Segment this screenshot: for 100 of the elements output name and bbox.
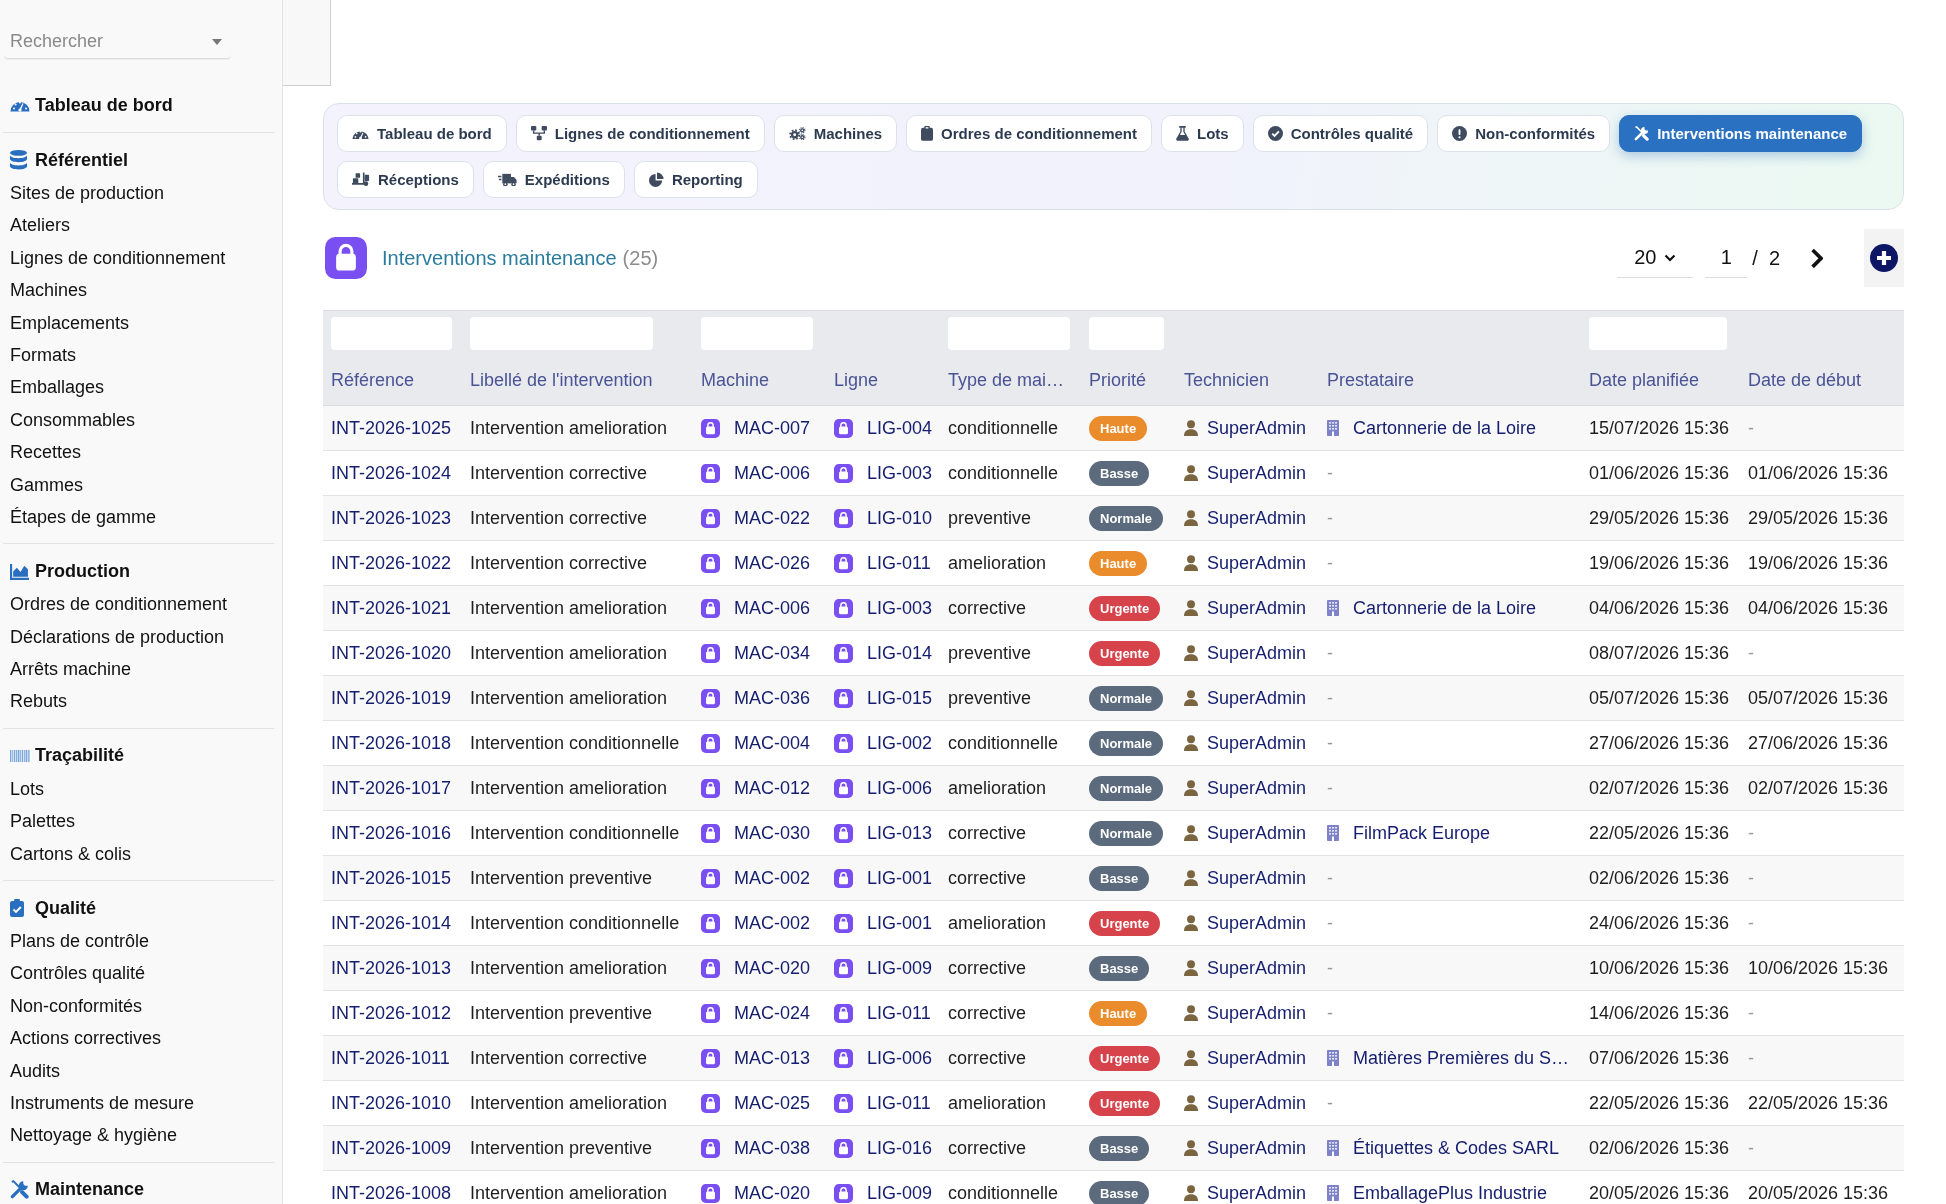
sidebar-item[interactable]: Formats [10,338,76,372]
column-header[interactable]: Technicien [1184,368,1270,392]
line-link[interactable]: LIG-004 [867,417,933,439]
line-link[interactable]: LIG-014 [867,642,933,664]
sidebar-section-link[interactable]: Qualité [3,891,96,926]
sidebar-item[interactable]: Ateliers [10,209,71,242]
technician-link[interactable]: SuperAdmin [1207,957,1307,979]
technician-link[interactable]: SuperAdmin [1207,552,1307,574]
nav-tab[interactable]: Réceptions [337,161,474,198]
supplier-link[interactable]: EmballagePlus Industrie [1353,1182,1548,1204]
line-link[interactable]: LIG-011 [867,552,931,574]
reference-link[interactable]: INT-2026-1019 [331,687,452,708]
column-header[interactable]: Machine [701,368,770,392]
nav-tab[interactable]: Reporting [633,161,758,198]
machine-link[interactable]: MAC-002 [734,867,811,889]
machine-link[interactable]: MAC-013 [734,1047,811,1069]
sidebar-section-link[interactable]: Maintenance [3,1172,145,1204]
sidebar-section-link[interactable]: Traçabilité [3,738,125,773]
reference-link[interactable]: INT-2026-1016 [331,822,452,843]
sidebar-item[interactable]: Sites de production [10,177,165,210]
machine-link[interactable]: MAC-012 [734,777,811,799]
reference-link[interactable]: INT-2026-1011 [331,1047,450,1068]
column-header[interactable]: Priorité [1089,368,1146,392]
technician-link[interactable]: SuperAdmin [1207,507,1307,529]
technician-link[interactable]: SuperAdmin [1207,777,1307,799]
sidebar-item[interactable]: Plans de contrôle [10,925,150,958]
sidebar-item[interactable]: Consommables [10,403,136,437]
nav-tab[interactable]: Tableau de bord [337,115,507,152]
sidebar-item[interactable]: Contrôles qualité [10,957,146,990]
reference-link[interactable]: INT-2026-1018 [331,732,452,753]
line-link[interactable]: LIG-001 [867,912,933,934]
technician-link[interactable]: SuperAdmin [1207,1092,1307,1114]
column-header[interactable]: Prestataire [1327,368,1415,392]
sidebar-item[interactable]: Actions correctives [10,1022,162,1055]
machine-link[interactable]: MAC-002 [734,912,811,934]
reference-link[interactable]: INT-2026-1023 [331,507,452,528]
machine-link[interactable]: MAC-026 [734,552,811,574]
nav-tab[interactable]: Interventions maintenance [1619,115,1863,152]
add-button[interactable] [1864,229,1904,287]
nav-tab[interactable]: Contrôles qualité [1252,115,1429,152]
line-link[interactable]: LIG-002 [867,732,933,754]
sidebar-item[interactable]: Lignes de conditionnement [10,241,226,275]
technician-link[interactable]: SuperAdmin [1207,1182,1307,1204]
nav-tab[interactable]: Non-conformités [1437,115,1611,152]
supplier-link[interactable]: Cartonnerie de la Loire [1353,597,1537,619]
reference-link[interactable]: INT-2026-1020 [331,642,452,663]
nav-tab[interactable]: Lots [1160,115,1244,152]
reference-link[interactable]: INT-2026-1017 [331,777,452,798]
sidebar-section-link[interactable]: Tableau de bord [3,88,173,122]
line-link[interactable]: LIG-015 [867,687,933,709]
line-link[interactable]: LIG-003 [867,597,933,619]
sidebar-item[interactable]: Non-conformités [10,989,143,1023]
sidebar-item[interactable]: Ordres de conditionnement [10,588,228,621]
machine-link[interactable]: MAC-025 [734,1092,811,1114]
supplier-link[interactable]: Étiquettes & Codes SARL [1353,1137,1560,1159]
sidebar-item[interactable]: Rebuts [10,685,68,718]
machine-link[interactable]: MAC-022 [734,507,811,529]
page-input[interactable]: 1 [1705,238,1748,278]
technician-link[interactable]: SuperAdmin [1207,687,1307,709]
line-link[interactable]: LIG-006 [867,1047,933,1069]
page-size-select[interactable]: 20 [1617,238,1694,278]
column-header[interactable]: Libellé de l'intervention [470,368,653,392]
column-header[interactable]: Type de mai… [948,368,1065,392]
technician-link[interactable]: SuperAdmin [1207,912,1307,934]
technician-link[interactable]: SuperAdmin [1207,1047,1307,1069]
machine-link[interactable]: MAC-006 [734,462,811,484]
sidebar-item[interactable]: Étapes de gamme [10,500,157,534]
search-field[interactable]: Rechercher [4,25,231,59]
line-link[interactable]: LIG-010 [867,507,933,529]
reference-link[interactable]: INT-2026-1021 [331,597,452,618]
reference-link[interactable]: INT-2026-1009 [331,1137,452,1158]
nav-tab[interactable]: Lignes de conditionnement [515,115,765,152]
sidebar-item[interactable]: Gammes [10,468,83,501]
reference-link[interactable]: INT-2026-1015 [331,867,452,888]
technician-link[interactable]: SuperAdmin [1207,462,1307,484]
technician-link[interactable]: SuperAdmin [1207,867,1307,889]
machine-link[interactable]: MAC-036 [734,687,811,709]
sidebar-item[interactable]: Emplacements [10,306,130,339]
supplier-link[interactable]: FilmPack Europe [1353,822,1491,844]
column-header[interactable]: Ligne [834,368,879,392]
reference-link[interactable]: INT-2026-1008 [331,1182,452,1203]
technician-link[interactable]: SuperAdmin [1207,417,1307,439]
reference-link[interactable]: INT-2026-1025 [331,417,452,438]
sidebar-item[interactable]: Déclarations de production [10,620,225,654]
sidebar-item[interactable]: Nettoyage & hygiène [10,1119,178,1152]
line-link[interactable]: LIG-011 [867,1092,931,1114]
column-header[interactable]: Date planifiée [1589,368,1700,392]
line-link[interactable]: LIG-009 [867,957,933,979]
line-link[interactable]: LIG-011 [867,1002,931,1024]
machine-link[interactable]: MAC-020 [734,957,811,979]
reference-link[interactable]: INT-2026-1010 [331,1092,452,1113]
reference-link[interactable]: INT-2026-1013 [331,957,452,978]
sidebar-item[interactable]: Palettes [10,805,76,838]
sidebar-section-link[interactable]: Production [3,554,130,589]
nav-tab[interactable]: Expéditions [482,161,625,198]
line-link[interactable]: LIG-003 [867,462,933,484]
technician-link[interactable]: SuperAdmin [1207,822,1307,844]
line-link[interactable]: LIG-013 [867,822,933,844]
reference-link[interactable]: INT-2026-1012 [331,1002,452,1023]
machine-link[interactable]: MAC-030 [734,822,811,844]
